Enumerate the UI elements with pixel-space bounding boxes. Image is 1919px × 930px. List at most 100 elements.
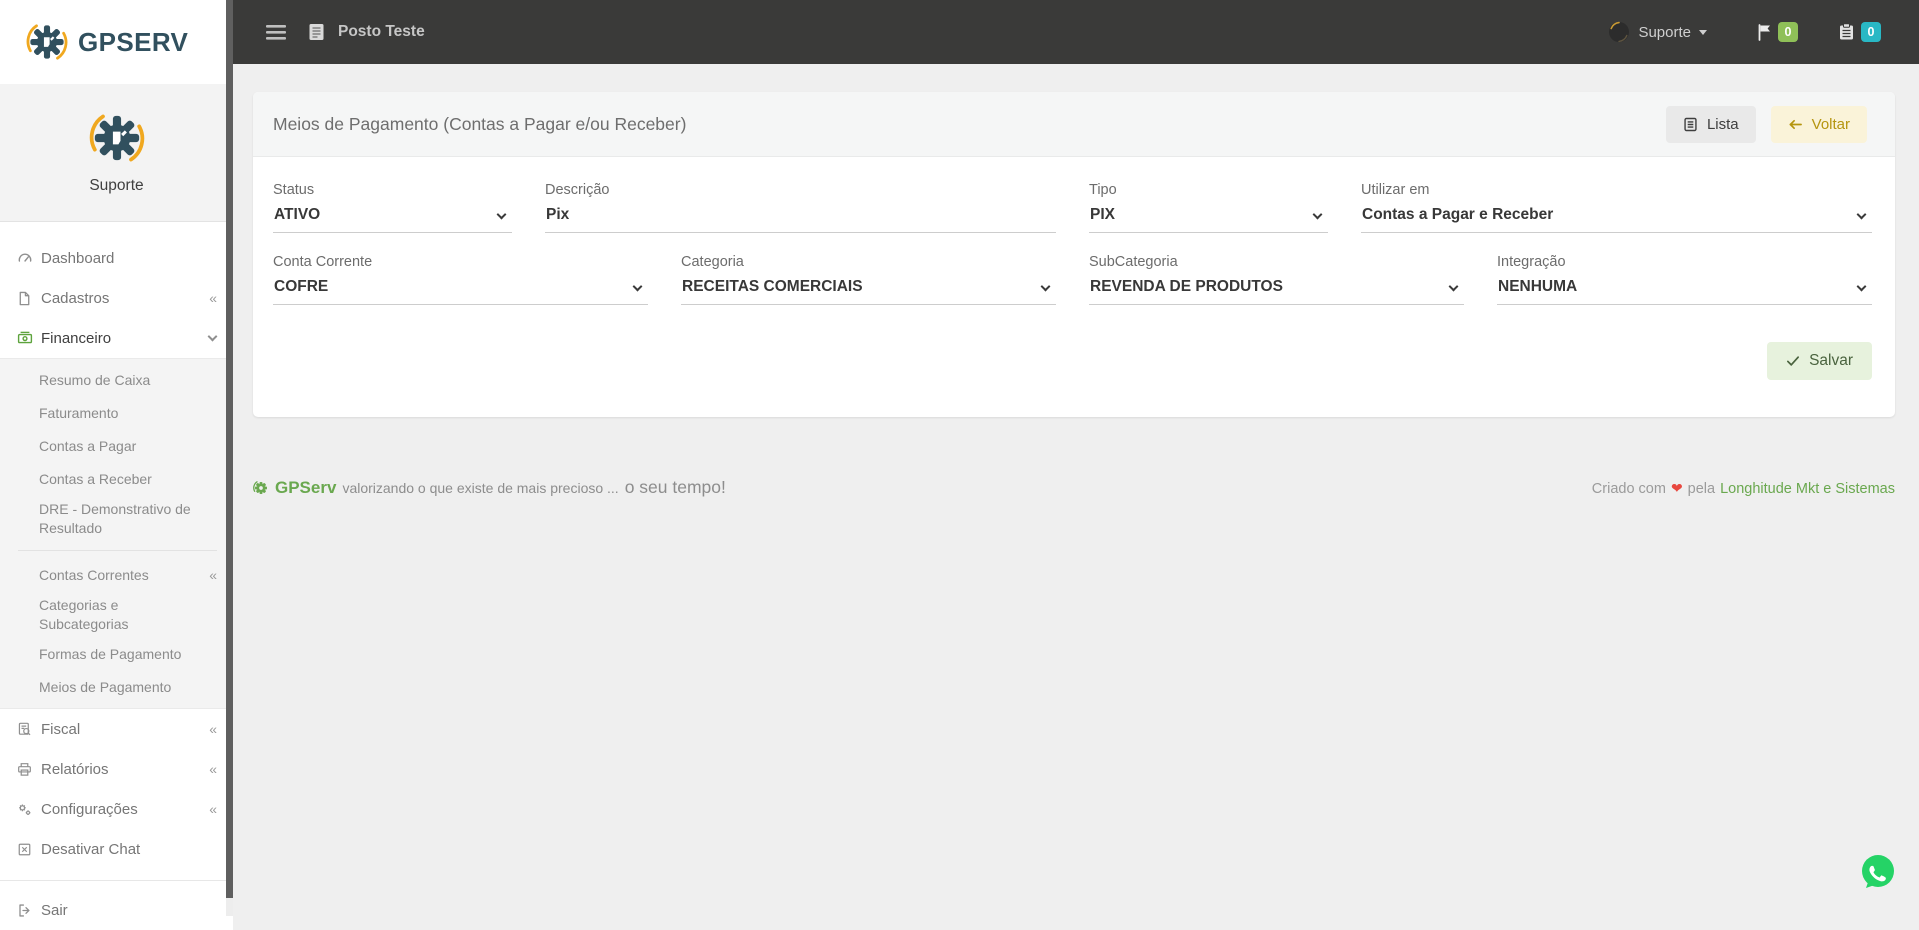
collapse-left-icon: « [209, 290, 217, 306]
gpserv-footer-icon [253, 480, 269, 496]
sidebar-item-label: Contas a Receber [39, 471, 152, 487]
hamburger-icon [266, 24, 286, 40]
collapse-left-icon: « [209, 801, 217, 817]
footer-tagline-emphasis: o seu tempo! [624, 477, 726, 497]
financeiro-submenu: Resumo de Caixa Faturamento Contas a Pag… [0, 358, 233, 709]
salvar-button[interactable]: Salvar [1767, 342, 1872, 380]
categoria-select-input[interactable]: RECEITAS COMERCIAIS [681, 277, 1056, 295]
utilizar-em-select: Contas a Pagar e Receber [1361, 205, 1872, 233]
sidebar-item-label: Dashboard [41, 249, 115, 267]
integracao-label: Integração [1497, 254, 1566, 270]
integracao-select-input[interactable]: NENHUMA [1497, 277, 1872, 295]
sidebar-item-meios-de-pagamento[interactable]: Meios de Pagamento [0, 671, 233, 704]
descricao-input[interactable] [545, 205, 1056, 224]
sidebar-scrollbar-thumb[interactable] [226, 0, 233, 898]
main-content: Meios de Pagamento (Contas a Pagar e/ou … [233, 64, 1919, 916]
collapse-left-icon: « [209, 567, 217, 583]
field-utilizar-em: Utilizar em Contas a Pagar e Receber [1361, 182, 1872, 233]
status-label: Status [273, 182, 315, 198]
sidebar-item-categorias-subcategorias[interactable]: Categorias e Subcategorias [0, 592, 233, 638]
sidebar-item-label: Configurações [41, 800, 138, 818]
sidebar-item-cadastros[interactable]: Cadastros « [0, 278, 233, 318]
user-menu-label: Suporte [1638, 23, 1691, 41]
sidebar-item-configuracoes[interactable]: Configurações « [0, 789, 233, 829]
menu-toggle-button[interactable] [266, 24, 286, 40]
descricao-control [545, 205, 1056, 233]
utilizar-em-label: Utilizar em [1361, 182, 1430, 198]
caret-down-icon [1699, 29, 1707, 35]
sidebar-item-faturamento[interactable]: Faturamento [0, 397, 233, 430]
status-select: ATIVO [273, 205, 512, 233]
sidebar-item-label: Cadastros [41, 289, 110, 307]
sidebar-item-label: Fiscal [41, 720, 81, 738]
conta-corrente-label: Conta Corrente [273, 254, 373, 270]
sidebar-item-sair[interactable]: Sair [0, 890, 233, 930]
descricao-label: Descrição [545, 182, 610, 198]
sidebar-item-contas-a-pagar[interactable]: Contas a Pagar [0, 430, 233, 463]
conta-corrente-select-input[interactable]: COFRE [273, 277, 648, 295]
whatsapp-button[interactable] [1858, 852, 1898, 892]
menu-divider [0, 880, 233, 881]
sidebar-item-label: Faturamento [39, 405, 119, 421]
card-header: Meios de Pagamento (Contas a Pagar e/ou … [253, 92, 1895, 157]
tipo-select-input[interactable]: PIX [1089, 205, 1328, 223]
lista-button[interactable]: Lista [1665, 105, 1756, 143]
calendar-count-badge: 0 [1861, 22, 1881, 42]
field-conta-corrente: Conta Corrente COFRE [273, 254, 648, 305]
footer: GPServ valorizando o que existe de mais … [253, 477, 1895, 498]
sidebar-item-label: Resumo de Caixa [39, 372, 151, 388]
voltar-button[interactable]: Voltar [1770, 105, 1867, 143]
sidebar-item-financeiro[interactable]: Financeiro [0, 318, 233, 358]
sidebar-item-formas-de-pagamento[interactable]: Formas de Pagamento [0, 638, 233, 671]
header-buttons: Lista Voltar [1665, 105, 1867, 143]
payment-methods-card: Meios de Pagamento (Contas a Pagar e/ou … [253, 92, 1895, 417]
sidebar-item-label: Contas a Pagar [39, 438, 137, 454]
field-status: Status ATIVO [273, 182, 512, 233]
sidebar-scrollbar[interactable] [226, 0, 233, 916]
sidebar-item-label: Formas de Pagamento [39, 646, 182, 662]
credit-prefix: Criado com [1591, 481, 1666, 497]
conta-corrente-select: COFRE [273, 277, 648, 305]
heart-icon: ❤ [1670, 480, 1683, 496]
form-actions: Salvar [273, 342, 1872, 380]
submenu-divider [18, 550, 217, 551]
sidebar-item-relatorios[interactable]: Relatórios « [0, 749, 233, 789]
footer-tagline: valorizando o que existe de mais precios… [342, 480, 619, 496]
sidebar: GPSERV Suporte Dashboard Cadastros « Fin… [0, 0, 233, 930]
sidebar-item-label: Meios de Pagamento [39, 679, 172, 695]
integracao-select: NENHUMA [1497, 277, 1872, 305]
profile-logo-icon [89, 113, 144, 163]
sidebar-item-dre[interactable]: DRE - Demonstrativo de Resultado [0, 496, 233, 542]
user-menu[interactable]: Suporte [1608, 21, 1707, 43]
categoria-label: Categoria [681, 254, 744, 270]
utilizar-em-select-input[interactable]: Contas a Pagar e Receber [1361, 205, 1872, 223]
sidebar-item-desativar-chat[interactable]: Desativar Chat [0, 829, 233, 869]
avatar [1608, 21, 1630, 43]
footer-credit: Criado com ❤ pela Longhitude Mkt e Siste… [1592, 480, 1895, 497]
footer-brand-line: GPServ valorizando o que existe de mais … [253, 477, 726, 498]
credit-link[interactable]: Longhitude Mkt e Sistemas [1720, 481, 1895, 497]
calendar-tasks[interactable]: 0 [1838, 22, 1881, 42]
gpserv-gear-icon [26, 23, 68, 61]
sidebar-item-dashboard[interactable]: Dashboard [0, 238, 233, 278]
status-select-input[interactable]: ATIVO [273, 205, 512, 223]
sidebar-item-fiscal[interactable]: Fiscal « [0, 709, 233, 749]
tipo-select: PIX [1089, 205, 1328, 233]
sidebar-item-resumo-de-caixa[interactable]: Resumo de Caixa [0, 364, 233, 397]
footer-brand: GPServ [275, 478, 337, 497]
document-search-icon [17, 722, 33, 737]
field-subcategoria: SubCategoria REVENDA DE PRODUTOS [1089, 254, 1464, 305]
sidebar-item-label: DRE - Demonstrativo de Resultado [39, 501, 191, 536]
salvar-button-label: Salvar [1809, 352, 1853, 369]
clipboard-icon [1840, 23, 1853, 40]
app-logo[interactable]: GPSERV [0, 0, 233, 84]
file-icon [17, 291, 33, 306]
company-name: Posto Teste [338, 23, 425, 40]
sidebar-item-contas-a-receber[interactable]: Contas a Receber [0, 463, 233, 496]
flag-notifications[interactable]: 0 [1757, 22, 1798, 42]
chevron-down-icon [207, 331, 218, 342]
sidebar-item-contas-correntes[interactable]: Contas Correntes « [0, 559, 233, 592]
subcategoria-select-input[interactable]: REVENDA DE PRODUTOS [1089, 277, 1464, 295]
close-box-icon [17, 842, 33, 857]
flag-count-badge: 0 [1778, 22, 1798, 42]
